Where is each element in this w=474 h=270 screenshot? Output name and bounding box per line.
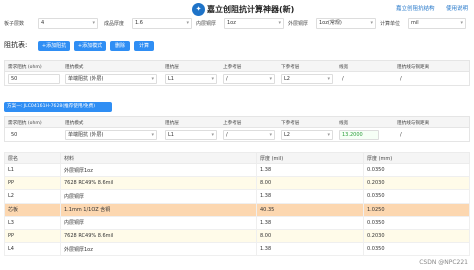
app-logo-icon: ✦ [192,3,205,16]
plan-grid-header: 需求阻抗 (ohm) 阻抗模式 阻抗层 上参考层 下参考层 线宽 阻抗线与铜距离 [4,116,470,128]
distance-value: / [400,76,402,82]
calculate-button[interactable]: 计算 [134,41,154,51]
col-layer: 阻抗层 [165,121,179,126]
layer-count-select[interactable]: 4 [38,18,98,29]
stackup-cell-mil: 1.38 [256,242,364,257]
delete-button[interactable]: 删除 [110,41,130,51]
col-up-ref: 上参考层 [223,65,242,70]
config-row: 板子层数 4 成品厚度 1.6 内层铜厚 1oz 外层铜厚 1oz(常规) 计算… [4,17,470,31]
plan-up-ref-select[interactable]: / [223,130,275,140]
stackup-cell-material: 1.1mm 1/1OZ 含铜 [60,202,257,217]
unit-select[interactable]: mil [408,18,466,29]
impedance-row: 50 单端阻抗 (外层) L1 / L2 / / [4,72,470,86]
stackup-cell-mm: 0.0350 [363,242,470,257]
stackup-cell-mm: 0.0350 [363,162,470,178]
col-ohm: 需求阻抗 (ohm) [8,65,42,70]
stackup-cell-mm: 0.0350 [363,189,470,204]
stackup-cell-material: 7628 RC49% 8.6mil [60,176,257,191]
stackup-row: L3 内层铜厚 1.38 0.0350 [4,215,470,230]
col-up-ref: 上参考层 [223,121,242,126]
stackup-row: PP 7628 RC49% 8.6mil 8.00 0.2030 [4,176,470,191]
col-mode: 阻抗模式 [65,65,84,70]
stackup-row: L2 内层铜厚 1.38 0.0350 [4,189,470,204]
plan-down-ref-select[interactable]: L2 [281,130,333,140]
stackup-row: L4 外层铜厚1oz 1.38 0.0350 [4,242,470,257]
stackup-cell-mil: 40.35 [256,202,364,217]
th-mil: 厚度 (mil) [256,152,364,164]
col-ohm: 需求阻抗 (ohm) [8,121,42,126]
layer-select[interactable]: L1 [165,74,217,84]
col-distance: 阻抗线与铜距离 [397,121,430,126]
stackup-cell-name: PP [4,176,61,191]
col-down-ref: 下参考层 [281,121,300,126]
col-width: 线宽 [339,65,349,70]
top-bar: ✦ 嘉立创阻抗计算神器(新) 嘉立创阻抗结构 使用说明 板子层数 4 成品厚度 … [0,0,474,34]
stackup-cell-material: 内层铜厚 [60,215,257,230]
stackup-row: PP 7628 RC49% 8.6mil 8.00 0.2030 [4,228,470,244]
th-material: 材料 [60,152,257,164]
plan-selector-button[interactable]: 方案一: JLC04161H-7628(推荐使用/免费) [4,102,112,112]
add-impedance-button[interactable]: +添加阻抗 [38,41,70,51]
stackup-cell-material: 外层铜厚1oz [60,242,257,257]
stackup-cell-mil: 8.00 [256,176,364,191]
stackup-cell-name: L2 [4,189,61,204]
stackup-cell-mil: 1.38 [256,215,364,230]
col-down-ref: 下参考层 [281,65,300,70]
outer-copper-select[interactable]: 1oz(常规) [316,18,376,29]
outer-copper-label: 外层铜厚 [288,21,309,27]
stackup-cell-name: L1 [4,162,61,178]
inner-copper-select[interactable]: 1oz [224,18,284,29]
layer-count-label: 板子层数 [4,21,25,27]
stackup-cell-mm: 0.2030 [363,228,470,244]
stackup-row: 芯板 1.1mm 1/1OZ 含铜 40.35 1.0250 [4,202,470,217]
app-title: 嘉立创阻抗计算神器(新) [207,5,295,14]
stackup-cell-mm: 0.0350 [363,215,470,230]
plan-distance-value: / [400,132,402,138]
stackup-cell-material: 外层铜厚1oz [60,162,257,178]
plan-mode-select[interactable]: 单端阻抗 (外层) [65,130,157,140]
inner-copper-label: 内层铜厚 [196,21,217,27]
stackup-cell-mm: 1.0250 [363,202,470,217]
watermark: CSDN @NPC221 [419,259,468,266]
stackup-cell-mil: 1.38 [256,162,364,178]
thickness-select[interactable]: 1.6 [132,18,192,29]
col-mode: 阻抗模式 [65,121,84,126]
unit-label: 计算单位 [380,21,401,27]
thickness-label: 成品厚度 [104,21,125,27]
up-ref-select[interactable]: / [223,74,275,84]
stackup-cell-name: L4 [4,242,61,257]
down-ref-select[interactable]: L2 [281,74,333,84]
th-layer-name: 层名 [4,152,61,164]
stackup-cell-name: 芯板 [4,202,61,217]
plan-row: 50 单端阻抗 (外层) L1 / L2 13.2000 / [4,128,470,142]
col-distance: 阻抗线与铜距离 [397,65,430,70]
impedance-grid-header: 需求阻抗 (ohm) 阻抗模式 阻抗层 上参考层 下参考层 线宽 阻抗线与铜距离 [4,60,470,72]
usage-guide-link[interactable]: 使用说明 [446,4,468,12]
mode-select[interactable]: 单端阻抗 (外层) [65,74,157,84]
stackup-table: 层名 材料 厚度 (mil) 厚度 (mm) L1 外层铜厚1oz 1.38 0.03… [4,152,470,257]
ohm-input[interactable]: 50 [8,74,60,84]
stackup-cell-name: PP [4,228,61,244]
impedance-structure-link[interactable]: 嘉立创阻抗结构 [396,4,435,12]
add-mode-button[interactable]: +添加模式 [74,41,106,51]
stackup-cell-mm: 0.2030 [363,176,470,191]
stackup-cell-name: L3 [4,215,61,230]
stackup-cell-material: 内层铜厚 [60,189,257,204]
th-mm: 厚度 (mm) [363,152,470,164]
stackup-cell-mil: 1.38 [256,189,364,204]
stackup-cell-mil: 8.00 [256,228,364,244]
plan-width-result: 13.2000 [339,130,379,140]
stackup-cell-material: 7628 RC49% 8.6mil [60,228,257,244]
col-width: 线宽 [339,121,349,126]
impedance-section-title: 阻抗表: [4,41,28,49]
plan-ohm-value: 50 [11,132,18,138]
col-layer: 阻抗层 [165,65,179,70]
plan-layer-select[interactable]: L1 [165,130,217,140]
stackup-row: L1 外层铜厚1oz 1.38 0.0350 [4,162,470,178]
width-value: / [342,76,344,82]
